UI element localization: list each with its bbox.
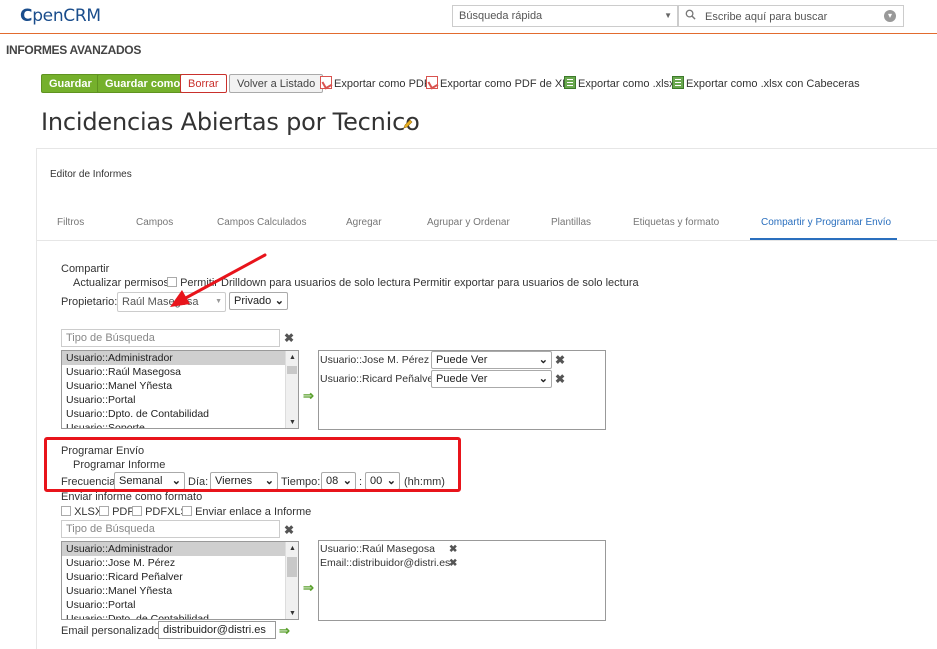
shared-user-name: Usuario::Jose M. Pérez xyxy=(320,354,430,366)
permission-select[interactable]: Puede Ver ⌄ xyxy=(431,370,552,388)
format-pdfxls-option[interactable]: PDFXLS xyxy=(132,506,188,518)
pencil-icon[interactable] xyxy=(403,119,413,129)
format-pdfxls-checkbox[interactable] xyxy=(132,506,142,516)
permission-select[interactable]: Puede Ver ⌄ xyxy=(431,351,552,369)
list-item[interactable]: Usuario::Administrador xyxy=(62,351,298,365)
excel-icon xyxy=(672,76,684,89)
remove-icon[interactable]: ✖ xyxy=(449,544,457,555)
quick-search-label: Búsqueda rápida xyxy=(459,10,543,22)
tab-agregar[interactable]: Agregar xyxy=(346,217,382,228)
update-permissions-link[interactable]: Actualizar permisos xyxy=(73,277,169,289)
report-title: Incidencias Abiertas por Tecnico xyxy=(41,108,420,136)
pdf-icon xyxy=(426,76,438,89)
send-search-type-input[interactable]: Tipo de Búsqueda xyxy=(61,520,280,538)
format-pdf-checkbox[interactable] xyxy=(99,506,109,516)
list-item[interactable]: Usuario::Administrador xyxy=(62,542,298,556)
save-as-button[interactable]: Guardar como xyxy=(97,74,189,93)
scroll-up-icon[interactable]: ▲ xyxy=(289,545,296,552)
scroll-down-icon[interactable]: ▼ xyxy=(289,419,296,426)
tab-campos[interactable]: Campos xyxy=(136,217,173,228)
list-item[interactable]: Usuario::Raúl Masegosa xyxy=(62,365,298,379)
list-item[interactable]: Usuario::Manel Yñesta xyxy=(62,379,298,393)
tab-compartir-programar[interactable]: Compartir y Programar Envío xyxy=(761,217,891,228)
back-to-list-button[interactable]: Volver a Listado xyxy=(229,74,324,93)
owner-label: Propietario: xyxy=(61,296,118,308)
shared-user-name: Usuario::Ricard Peñalver xyxy=(320,373,437,385)
quick-search-select[interactable]: Búsqueda rápida ▼ xyxy=(452,5,678,27)
annotation-highlight-box xyxy=(44,437,461,492)
custom-email-label: Email personalizado: xyxy=(61,625,164,637)
chevron-down-icon: ⌄ xyxy=(538,354,548,366)
remove-icon[interactable]: ✖ xyxy=(449,558,457,569)
add-arrow-icon[interactable]: ⇒ xyxy=(303,388,314,404)
tabs-divider xyxy=(37,240,937,241)
add-email-arrow-icon[interactable]: ⇒ xyxy=(279,623,290,639)
send-user-list[interactable]: Usuario::Administrador Usuario::Jose M. … xyxy=(61,541,299,620)
export-pdf-xls-link[interactable]: Exportar como PDF de XLS xyxy=(426,76,576,90)
share-heading: Compartir xyxy=(61,263,110,275)
annotation-arrow-icon xyxy=(170,253,267,307)
format-pdf-option[interactable]: PDF xyxy=(99,506,134,518)
list-scrollbar[interactable]: ▲ ▼ xyxy=(285,351,298,428)
save-button[interactable]: Guardar xyxy=(41,74,100,93)
list-item[interactable]: Usuario::Portal xyxy=(62,393,298,407)
section-title: INFORMES AVANZADOS xyxy=(6,43,142,57)
send-format-heading: Enviar informe como formato xyxy=(61,491,203,503)
tab-agrupar-ordenar[interactable]: Agrupar y Ordenar xyxy=(427,217,510,228)
opencrm-logo[interactable]: CpenCRM xyxy=(20,6,101,26)
list-item[interactable]: Usuario::Manel Yñesta xyxy=(62,584,298,598)
list-item[interactable]: Usuario::Jose M. Pérez xyxy=(62,556,298,570)
tab-etiquetas-formato[interactable]: Etiquetas y formato xyxy=(633,217,719,228)
recipient-item: Email::distribuidor@distri.es xyxy=(320,557,451,569)
scroll-thumb[interactable] xyxy=(287,366,297,374)
delete-button[interactable]: Borrar xyxy=(180,74,227,93)
clear-icon[interactable]: ✖ xyxy=(284,523,294,537)
tab-filtros[interactable]: Filtros xyxy=(57,217,84,228)
remove-icon[interactable]: ✖ xyxy=(555,372,565,386)
format-xlsx-option[interactable]: XLSX xyxy=(61,506,102,518)
allow-export-label[interactable]: Permitir exportar para usuarios de solo … xyxy=(413,277,639,289)
search-placeholder: Escribe aquí para buscar xyxy=(705,11,828,23)
chevron-down-icon: ▼ xyxy=(664,11,672,20)
tab-plantillas[interactable]: Plantillas xyxy=(551,217,591,228)
chevron-down-icon: ⌄ xyxy=(274,295,284,307)
add-arrow-icon[interactable]: ⇒ xyxy=(303,580,314,596)
chevron-down-icon: ⌄ xyxy=(538,373,548,385)
active-tab-indicator xyxy=(750,238,897,240)
send-link-option[interactable]: Enviar enlace a Informe xyxy=(182,506,311,518)
scroll-up-icon[interactable]: ▲ xyxy=(289,354,296,361)
list-item[interactable]: Usuario::Ricard Peñalver xyxy=(62,570,298,584)
list-scrollbar[interactable]: ▲ ▼ xyxy=(285,542,298,619)
export-xlsx-link[interactable]: Exportar como .xlsx xyxy=(564,76,675,90)
editor-label: Editor de Informes xyxy=(50,169,132,180)
send-link-checkbox[interactable] xyxy=(182,506,192,516)
export-pdf-link[interactable]: Exportar como PDF xyxy=(320,76,431,90)
clear-icon[interactable]: ✖ xyxy=(284,331,294,345)
chevron-down-circle-icon[interactable]: ▾ xyxy=(884,10,896,22)
list-item[interactable]: Usuario::Portal xyxy=(62,598,298,612)
list-item[interactable]: Usuario::Soporte xyxy=(62,421,298,428)
search-icon xyxy=(685,9,696,20)
custom-email-input[interactable]: distribuidor@distri.es xyxy=(158,621,276,639)
remove-icon[interactable]: ✖ xyxy=(555,353,565,367)
tab-campos-calculados[interactable]: Campos Calculados xyxy=(217,217,307,228)
list-item[interactable]: Usuario::Dpto. de Contabilidad xyxy=(62,612,298,619)
excel-icon xyxy=(564,76,576,89)
list-item[interactable]: Usuario::Dpto. de Contabilidad xyxy=(62,407,298,421)
share-user-list[interactable]: Usuario::Administrador Usuario::Raúl Mas… xyxy=(61,350,299,429)
format-xlsx-checkbox[interactable] xyxy=(61,506,71,516)
recipient-item: Usuario::Raúl Masegosa xyxy=(320,543,435,555)
scroll-down-icon[interactable]: ▼ xyxy=(289,610,296,617)
export-xlsx-headers-link[interactable]: Exportar como .xlsx con Cabeceras xyxy=(672,76,860,90)
scroll-thumb[interactable] xyxy=(287,557,297,577)
share-search-type-input[interactable]: Tipo de Búsqueda xyxy=(61,329,280,347)
global-search-input[interactable]: Escribe aquí para buscar ▾ xyxy=(678,5,904,27)
pdf-icon xyxy=(320,76,332,89)
